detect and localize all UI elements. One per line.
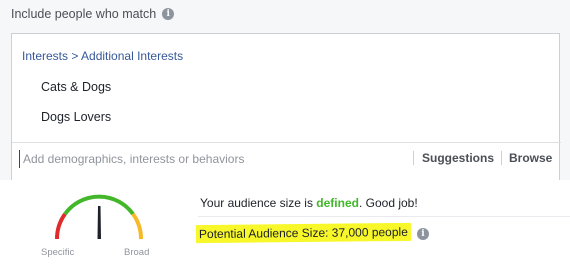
info-icon[interactable]: i — [162, 8, 175, 20]
gauge-specific-label: Specific — [41, 247, 75, 258]
potential-audience-size: Potential Audience Size: 37,000 people — [195, 222, 411, 244]
audience-message-prefix: Your audience size is — [200, 196, 317, 210]
gauge-broad-arc — [131, 212, 144, 240]
gauge-specific-arc — [54, 212, 67, 240]
detailed-targeting-panel: Include people who match i Interests > A… — [0, 0, 570, 180]
divider — [198, 216, 570, 217]
interests-breadcrumb[interactable]: Interests > Additional Interests — [22, 49, 183, 63]
targeting-search-input[interactable] — [19, 150, 409, 168]
suggestions-button[interactable]: Suggestions — [422, 151, 494, 165]
divider — [413, 151, 414, 165]
targeting-box: Interests > Additional Interests Cats & … — [11, 33, 561, 180]
section-title: Include people who match — [11, 7, 157, 21]
gauge-needle — [97, 206, 101, 239]
interest-item-dogs-lovers[interactable]: Dogs Lovers — [41, 110, 111, 124]
audience-message-suffix: . Good job! — [358, 196, 418, 210]
browse-button[interactable]: Browse — [509, 151, 552, 165]
section-heading: Include people who match i — [11, 7, 175, 21]
audience-size-gauge — [54, 194, 144, 240]
audience-status: defined — [316, 196, 359, 210]
info-icon[interactable]: i — [417, 228, 429, 240]
targeting-search-row: Suggestions Browse — [12, 142, 561, 172]
audience-status-message: Your audience size is defined. Good job! — [200, 196, 418, 210]
divider — [501, 151, 502, 165]
interest-item-cats-dogs[interactable]: Cats & Dogs — [41, 80, 111, 94]
gauge-broad-label: Broad — [124, 247, 150, 258]
